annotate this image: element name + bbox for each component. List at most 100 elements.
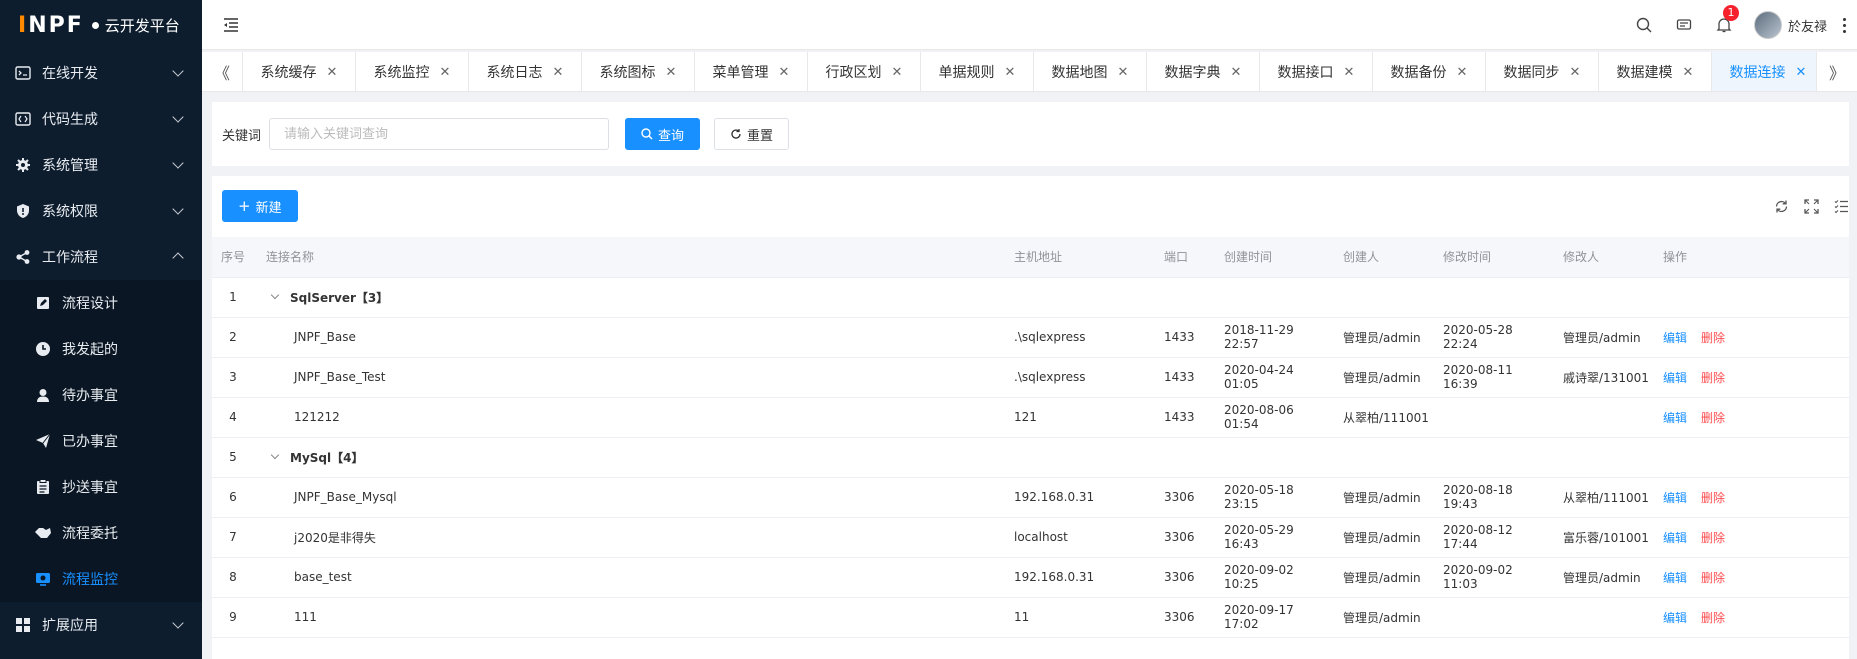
username[interactable]: 於友禄 (1788, 16, 1827, 35)
keyword-label: 关键词 (222, 128, 262, 144)
close-icon[interactable]: ✕ (1796, 65, 1807, 80)
modified-time-cell: 2020-08-12 17:44 (1431, 517, 1551, 558)
close-icon[interactable]: ✕ (1457, 65, 1468, 80)
delete-link[interactable]: 删除 (1701, 491, 1725, 505)
delete-link[interactable]: 删除 (1701, 331, 1725, 345)
sidebar-item-system-mgmt[interactable]: 系统管理 (0, 142, 202, 188)
close-icon[interactable]: ✕ (327, 65, 338, 80)
tab[interactable]: 系统日志 ✕ (469, 52, 582, 91)
edit-link[interactable]: 编辑 (1663, 491, 1687, 505)
sidebar-subitem-done[interactable]: 已办事宜 (0, 418, 202, 464)
close-icon[interactable]: ✕ (892, 65, 903, 80)
delete-link[interactable]: 删除 (1701, 611, 1725, 625)
delete-link[interactable]: 删除 (1701, 371, 1725, 385)
tab[interactable]: 数据接口 ✕ (1260, 52, 1373, 91)
modifier-cell: 从翠柏/111001 (1551, 477, 1651, 518)
edit-link[interactable]: 编辑 (1663, 371, 1687, 385)
tab[interactable]: 系统图标 ✕ (582, 52, 695, 91)
sidebar-item-code-gen[interactable]: 代码生成 (0, 96, 202, 142)
sidebar-subitem-my-started[interactable]: 我发起的 (0, 326, 202, 372)
actions-cell: 编辑 删除 (1651, 557, 1849, 598)
sidebar-subitem-flow-design[interactable]: 流程设计 (0, 280, 202, 326)
plus-icon: + (238, 197, 251, 215)
search-icon[interactable] (1634, 15, 1654, 35)
tab-bar: 《 系统缓存 ✕ 系统监控 ✕ 系统日志 ✕ 系统图标 ✕ 菜单管理 ✕ 行政区划 ✕ 单据规则 ✕ 数据地… (202, 52, 1857, 92)
close-icon[interactable]: ✕ (440, 65, 451, 80)
share-nodes-icon (14, 248, 32, 266)
close-icon[interactable]: ✕ (779, 65, 790, 80)
tab[interactable]: 数据字典 ✕ (1147, 52, 1260, 91)
sidebar-item-label: 已办事宜 (62, 434, 118, 450)
table-row: 8 base_test 192.168.0.31 3306 2020-09-02 10:… (212, 557, 1849, 598)
sidebar-item-online-dev[interactable]: 在线开发 (0, 50, 202, 96)
sidebar-subitem-cc[interactable]: 抄送事宜 (0, 464, 202, 510)
delete-link[interactable]: 删除 (1701, 571, 1725, 585)
close-icon[interactable]: ✕ (1118, 65, 1129, 80)
tab[interactable]: 数据建模 ✕ (1599, 52, 1712, 91)
sidebar-item-extensions[interactable]: 扩展应用 (0, 602, 202, 648)
avatar[interactable] (1753, 11, 1782, 39)
tab[interactable]: 菜单管理 ✕ (695, 52, 808, 91)
sidebar-item-permissions[interactable]: 系统权限 (0, 188, 202, 234)
tab[interactable]: 行政区划 ✕ (808, 52, 921, 91)
chevron-down-icon[interactable] (270, 450, 280, 460)
tab[interactable]: 系统缓存 ✕ (243, 52, 356, 91)
reset-button[interactable]: 重置 (714, 118, 790, 150)
tab-label: 菜单管理 (712, 65, 769, 81)
actions-cell: 编辑 删除 (1651, 317, 1849, 358)
tab-scroll-right-icon[interactable]: 》 (1816, 52, 1857, 92)
refresh-icon[interactable] (1773, 198, 1789, 214)
connection-name: base_test (254, 557, 1002, 598)
edit-link[interactable]: 编辑 (1663, 571, 1687, 585)
table-body: 1 SqlServer【3】 2 JNPF_Base .\sqlexpress 1433 2… (212, 277, 1849, 638)
tab-label: 数据备份 (1390, 65, 1447, 81)
close-icon[interactable]: ✕ (1231, 65, 1242, 80)
column-settings-icon[interactable] (1833, 198, 1849, 214)
sidebar-subitem-todo[interactable]: 待办事宜 (0, 372, 202, 418)
tab[interactable]: 数据同步 ✕ (1486, 52, 1599, 91)
delete-link[interactable]: 删除 (1701, 531, 1725, 545)
chevron-down-icon[interactable] (270, 290, 280, 300)
menu-fold-icon[interactable] (222, 16, 240, 34)
more-vertical-icon[interactable] (1843, 17, 1847, 33)
modified-time-cell (1431, 597, 1551, 638)
close-icon[interactable]: ✕ (1570, 65, 1581, 80)
group-row: 5 MySql【4】 (212, 437, 1849, 478)
edit-link[interactable]: 编辑 (1663, 531, 1687, 545)
sidebar-item-workflow[interactable]: 工作流程 (0, 234, 202, 280)
edit-link[interactable]: 编辑 (1663, 411, 1687, 425)
modifier-cell (1551, 397, 1651, 438)
bell-icon[interactable]: 1 (1714, 5, 1739, 35)
sidebar-item-label: 我发起的 (62, 342, 118, 358)
creator-cell: 管理员/admin (1331, 597, 1431, 638)
new-button[interactable]: + 新建 (222, 190, 298, 222)
message-icon[interactable] (1674, 15, 1694, 35)
tab[interactable]: 数据地图 ✕ (1034, 52, 1147, 91)
sidebar-subitem-delegate[interactable]: 流程委托 (0, 510, 202, 556)
close-icon[interactable]: ✕ (1005, 65, 1016, 80)
sidebar-subitem-monitor[interactable]: 流程监控 (0, 556, 202, 602)
connection-name: j2020是非得失 (254, 517, 1002, 558)
creator-cell: 从翠柏/111001 (1331, 397, 1431, 438)
edit-link[interactable]: 编辑 (1663, 611, 1687, 625)
column-header: 修改时间 (1431, 237, 1551, 278)
tab[interactable]: 数据连接 ✕ (1712, 52, 1816, 91)
host-cell: localhost (1002, 517, 1152, 558)
modifier-cell (1551, 597, 1651, 638)
keyword-input[interactable] (269, 118, 610, 150)
tab[interactable]: 数据备份 ✕ (1373, 52, 1486, 91)
tab[interactable]: 单据规则 ✕ (921, 52, 1034, 91)
tab-scroll-left-icon[interactable]: 《 (202, 52, 243, 92)
close-icon[interactable]: ✕ (1344, 65, 1355, 80)
edit-link[interactable]: 编辑 (1663, 331, 1687, 345)
tab[interactable]: 系统监控 ✕ (356, 52, 469, 91)
close-icon[interactable]: ✕ (1683, 65, 1694, 80)
user-icon (34, 386, 52, 404)
delete-link[interactable]: 删除 (1701, 411, 1725, 425)
close-icon[interactable]: ✕ (666, 65, 677, 80)
query-button-label: 查询 (658, 128, 685, 144)
fullscreen-icon[interactable] (1803, 198, 1819, 214)
query-button[interactable]: 查询 (625, 118, 701, 150)
row-index: 6 (212, 477, 254, 518)
close-icon[interactable]: ✕ (553, 65, 564, 80)
